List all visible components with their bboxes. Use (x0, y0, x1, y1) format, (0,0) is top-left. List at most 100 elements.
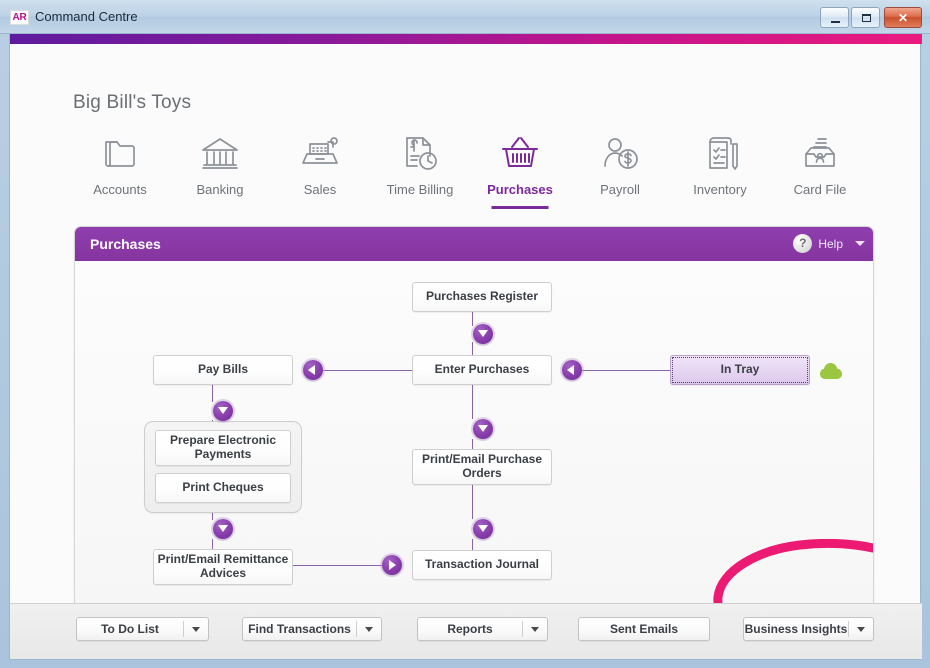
person-dollar-icon (570, 127, 670, 179)
app-icon: AR (10, 10, 29, 25)
flow-node-label: Print/Email Purchase Orders (421, 452, 543, 480)
chevron-down-icon[interactable] (855, 241, 865, 246)
help-label: Help (818, 236, 843, 251)
arrow-paybills-to-group[interactable] (213, 401, 233, 421)
flowchart-canvas: Purchases Register Pay Bills Enter Purchas… (75, 261, 873, 621)
brand-gradient-bar (10, 34, 922, 44)
chevron-down-icon[interactable] (523, 626, 547, 632)
nav-item-purchases[interactable]: Purchases (470, 127, 570, 212)
client-area: Big Bill's Toys Accounts Banking Sales Time… (9, 34, 922, 660)
arrow-intray-to-enter[interactable] (562, 360, 582, 380)
arrow-enter-to-orders[interactable] (473, 419, 493, 439)
chevron-down-icon[interactable] (849, 626, 873, 632)
flow-node-label: Pay Bills (197, 362, 249, 377)
connector (472, 539, 473, 550)
arrow-down-icon (478, 525, 488, 532)
toolbar-button-sent-emails[interactable]: Sent Emails (578, 617, 710, 641)
arrow-left-icon (308, 365, 315, 375)
panel-header: Purchases ? Help (75, 227, 873, 261)
toolbar-button-label: Reports (447, 622, 493, 636)
cash-register-icon (270, 127, 370, 179)
nav-item-payroll[interactable]: Payroll (570, 127, 670, 212)
flow-node-in-tray[interactable]: In Tray (670, 355, 810, 385)
toolbar-button-label: Sent Emails (609, 622, 679, 636)
flow-node-prepare-electronic-payments[interactable]: Prepare Electronic Payments (155, 430, 291, 466)
toolbar-button-find-transactions[interactable]: Find Transactions (242, 617, 382, 641)
nav-item-label: Accounts (93, 182, 147, 197)
invoice-clock-icon (370, 127, 470, 179)
arrow-left-icon (567, 365, 574, 375)
command-centre-nav: Accounts Banking Sales Time Billing Purchase… (70, 127, 890, 212)
nav-item-time-billing[interactable]: Time Billing (370, 127, 470, 212)
nav-item-label: Sales (303, 182, 337, 197)
help-button[interactable]: ? Help (793, 234, 865, 253)
connector (212, 385, 213, 402)
nav-item-card-file[interactable]: Card File (770, 127, 870, 212)
chevron-down-icon[interactable] (184, 626, 208, 632)
flow-node-pay-bills[interactable]: Pay Bills (153, 355, 293, 385)
nav-item-label: Banking (196, 182, 244, 197)
panel-title: Purchases (90, 236, 161, 252)
minimize-button[interactable] (820, 7, 849, 28)
arrow-remittance-to-journal[interactable] (382, 555, 402, 575)
connector (472, 385, 473, 419)
arrow-enter-to-paybills[interactable] (303, 360, 323, 380)
maximize-icon (862, 14, 871, 22)
flow-node-print-email-purchase-orders[interactable]: Print/Email Purchase Orders (412, 449, 552, 485)
nav-item-accounts[interactable]: Accounts (70, 127, 170, 212)
nav-item-label: Card File (793, 182, 847, 197)
nav-item-label: Purchases (487, 182, 553, 197)
flow-node-label: Transaction Journal (424, 557, 540, 572)
arrow-right-icon (389, 560, 396, 570)
flow-node-label: Enter Purchases (434, 362, 530, 377)
nav-item-sales[interactable]: Sales (270, 127, 370, 212)
active-tab-underline (491, 206, 549, 209)
toolbar-button-label: Business Insights (744, 622, 848, 636)
arrow-down-icon (478, 330, 488, 337)
flow-node-print-email-remittance-advices[interactable]: Print/Email Remittance Advices (153, 549, 293, 585)
arrow-down-icon (218, 407, 228, 414)
basket-icon (470, 127, 570, 179)
folders-icon (70, 127, 170, 179)
nav-item-banking[interactable]: Banking (170, 127, 270, 212)
connector (293, 565, 383, 566)
flow-node-purchases-register[interactable]: Purchases Register (412, 282, 552, 312)
connector (582, 370, 671, 371)
nav-item-label: Inventory (693, 182, 747, 197)
close-button[interactable]: ✕ (884, 7, 922, 28)
connector (323, 370, 413, 371)
flow-node-transaction-journal[interactable]: Transaction Journal (412, 550, 552, 580)
question-mark-icon: ? (793, 234, 813, 253)
toolbar-button-business-insights[interactable]: Business Insights (743, 617, 874, 641)
nav-item-label: Payroll (600, 182, 640, 197)
close-icon: ✕ (897, 10, 909, 25)
flow-node-label: Purchases Register (425, 289, 539, 304)
card-tray-icon (770, 127, 870, 179)
chevron-down-icon[interactable] (357, 626, 381, 632)
connector (472, 312, 473, 326)
flow-node-label: Prepare Electronic Payments (169, 433, 277, 461)
toolbar-button-reports[interactable]: Reports (417, 617, 548, 641)
flow-node-print-cheques[interactable]: Print Cheques (155, 473, 291, 503)
nav-item-label: Time Billing (386, 182, 454, 197)
arrow-down-icon (478, 425, 488, 432)
connector (472, 342, 473, 356)
arrow-group-to-remittance[interactable] (213, 519, 233, 539)
company-name: Big Bill's Toys (73, 92, 192, 113)
minimize-icon (831, 21, 840, 23)
application-window: AR Command Centre ✕ Big Bill's Toys Acco… (0, 0, 930, 668)
nav-item-inventory[interactable]: Inventory (670, 127, 770, 212)
arrow-down-icon (218, 525, 228, 532)
flow-node-enter-purchases[interactable]: Enter Purchases (412, 355, 552, 385)
arrow-register-to-enter[interactable] (473, 324, 493, 344)
flow-node-label: Print Cheques (182, 480, 264, 495)
connector (472, 485, 473, 519)
window-title: Command Centre (35, 9, 138, 24)
connector (212, 513, 213, 520)
toolbar-button-label: To Do List (101, 622, 159, 636)
toolbar-button-to-do-list[interactable]: To Do List (76, 617, 209, 641)
clipboard-pen-icon (670, 127, 770, 179)
arrow-orders-to-journal[interactable] (473, 519, 493, 539)
maximize-button[interactable] (851, 7, 880, 28)
green-cloud-icon (820, 362, 842, 385)
